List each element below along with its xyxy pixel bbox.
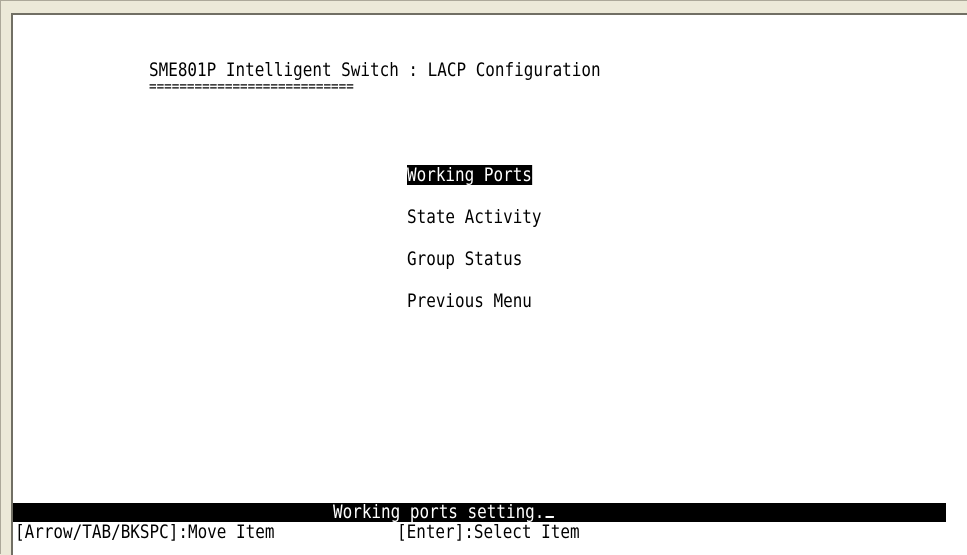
menu-item-group-status[interactable]: Group Status xyxy=(407,249,522,269)
menu-item-state-activity[interactable]: State Activity xyxy=(407,207,542,227)
menu-item-working-ports[interactable]: Working Ports xyxy=(407,165,532,185)
status-message: Working ports setting. xyxy=(333,501,545,523)
terminal-screen[interactable]: SME801P Intelligent Switch : LACP Config… xyxy=(11,13,967,555)
title-underline: =========================== xyxy=(149,77,354,95)
key-hint-select: [Enter]:Select Item xyxy=(397,521,580,543)
key-hint-move: [Arrow/TAB/BKSPC]:Move Item xyxy=(15,521,275,543)
menu-item-previous-menu[interactable]: Previous Menu xyxy=(407,291,532,311)
text-cursor xyxy=(545,516,554,518)
status-message-container: Working ports setting. xyxy=(333,502,554,522)
window-frame: SME801P Intelligent Switch : LACP Config… xyxy=(0,0,967,555)
